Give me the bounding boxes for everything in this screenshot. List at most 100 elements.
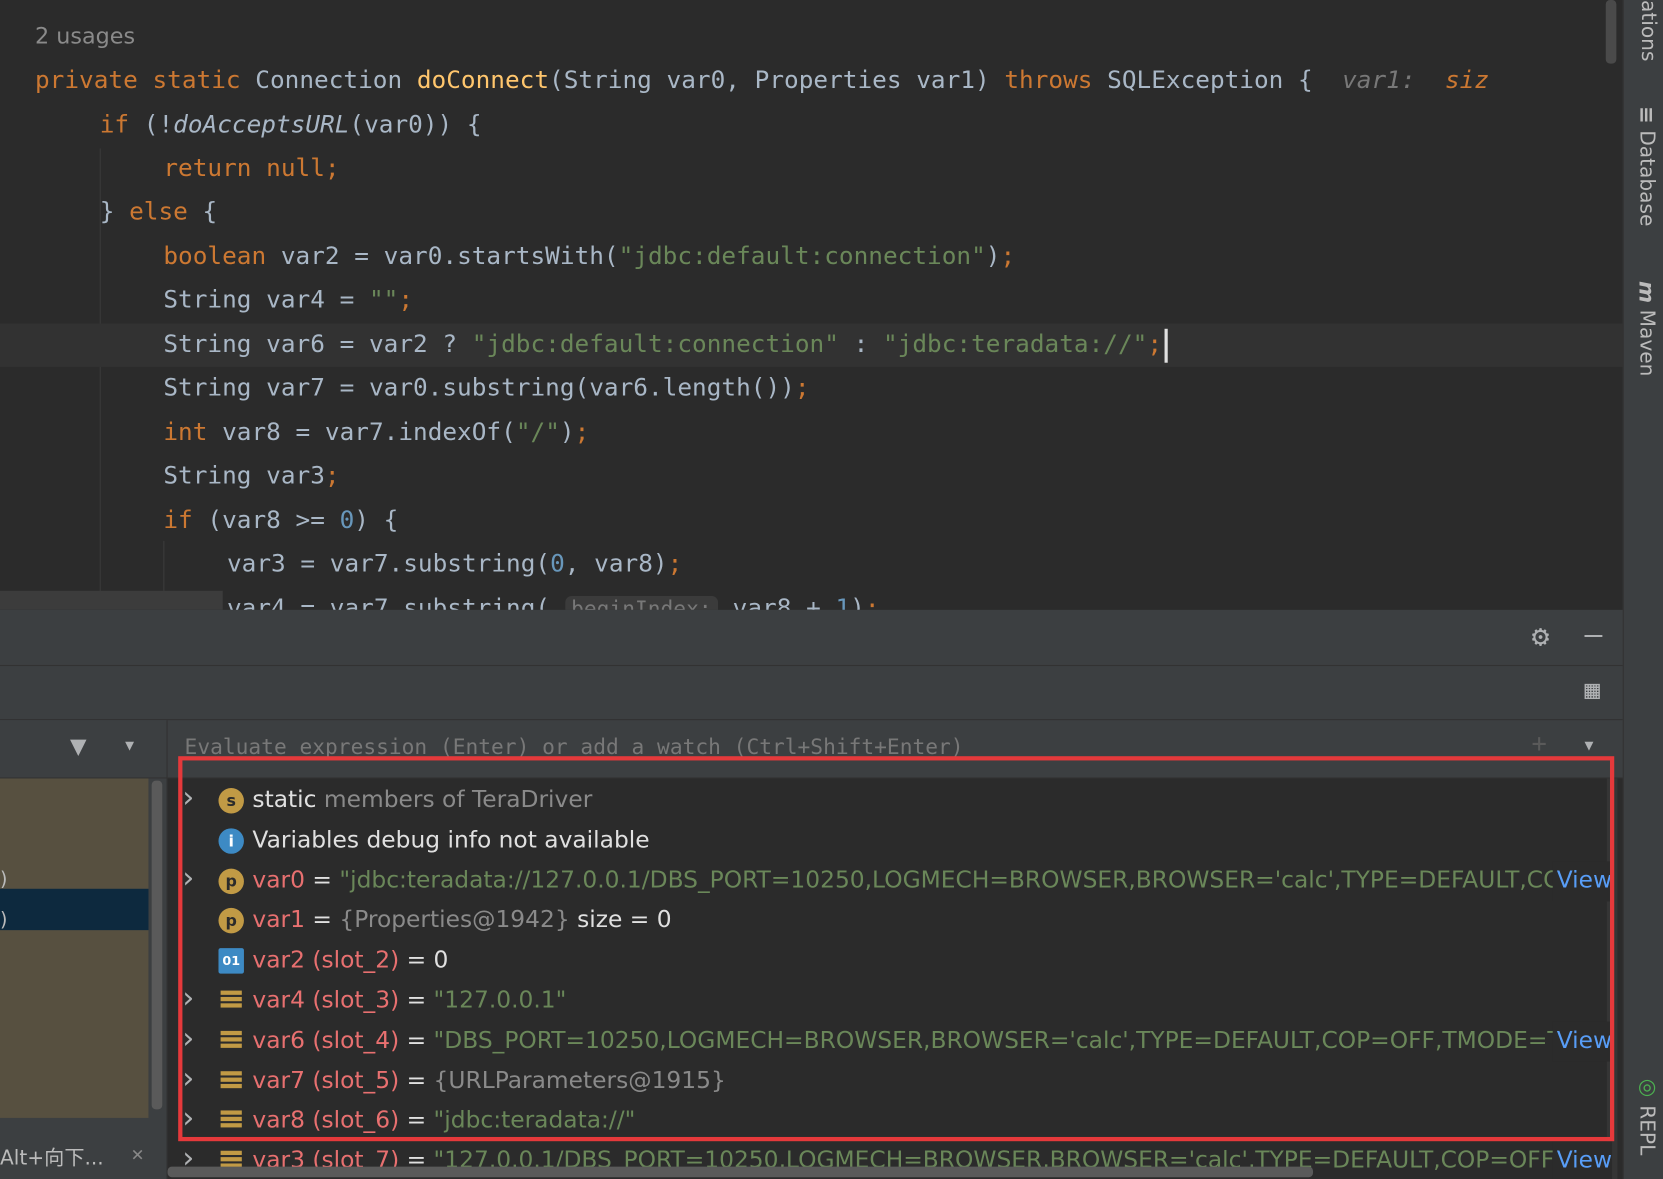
code-line-9: int var8 = var7.indexOf("/"); [163,418,590,447]
right-tool-strip: ations ≡ Database m Maven ◎ REPL [1622,0,1663,1179]
frames-list[interactable] [0,778,149,1118]
variables-horizontal-scrollbar[interactable] [167,1166,1314,1178]
tool-tab-repl[interactable]: ◎ REPL [1628,1073,1660,1155]
variable-equals: = [399,1107,434,1135]
debug-title-bar: ⚙ — [0,610,1623,667]
variable-value: "DBS_PORT=10250,LOGMECH=BROWSER,BROWSER=… [433,1027,1582,1055]
evaluate-expression-input[interactable] [182,732,1513,761]
parameter-icon: p [218,868,244,894]
tool-tab-maven[interactable]: m Maven [1628,281,1660,377]
variable-equals: = [399,1027,434,1055]
variable-value: "jdbc:teradata://127.0.0.1/DBS_PORT=1025… [339,867,1591,894]
chevron-right-icon[interactable]: › [182,861,194,898]
primitive-icon: 01 [218,948,244,974]
chevron-right-icon[interactable]: › [182,781,194,818]
add-watch-icon[interactable]: + [1532,729,1547,759]
chevron-right-icon[interactable]: › [182,1061,194,1098]
variable-row[interactable]: › var4 (slot_3) = "127.0.0.1" [168,981,1623,1021]
variable-row[interactable]: i Variables debug info not available [168,821,1623,861]
variable-value: 0 [433,947,449,974]
frame-marker: ) [0,908,8,932]
variable-name: var4 (slot_3) [252,987,400,1014]
code-line-7-current: String var6 = var2 ? "jdbc:default:conne… [0,323,1623,367]
view-link[interactable]: View [1552,1141,1613,1179]
debug-panel: ⚙ — ▦ ▼ ▼ ) ) Alt+向下... ✕ + ▼ ›sstatic m [0,609,1623,1179]
code-line-11: if (var8 >= 0) { [163,506,399,535]
layout-icon[interactable]: ▦ [1585,675,1600,705]
tool-tab-top[interactable]: ations [1628,0,1660,61]
variable-name: var2 (slot_2) [252,947,400,974]
variable-text: static members of TeraDriver [252,781,592,821]
usages-hint[interactable]: 2 usages [35,23,135,48]
evaluate-bar: + ▼ [167,720,1623,779]
variable-name: var0 [252,867,305,894]
code-line-1: private static Connection doConnect(Stri… [34,66,1490,95]
database-icon: ≡ [1634,106,1660,124]
static-label: static [252,786,317,814]
minimize-icon[interactable]: — [1585,616,1603,651]
variable-text: var8 (slot_6) = "jdbc:teradata://" [252,1101,635,1141]
field-icon [218,1029,243,1054]
view-link[interactable]: View [1552,1021,1613,1062]
frames-scrollbar[interactable] [151,780,163,1110]
field-icon [218,1109,243,1134]
inlay-hint-begin-index: beginIndex: [564,596,718,610]
variable-equals: = [399,987,434,1014]
variable-text: var0 = "jdbc:teradata://127.0.0.1/DBS_PO… [252,861,1590,901]
filter-icon[interactable]: ▼ [70,731,87,763]
field-icon [218,1069,243,1094]
chevron-right-icon[interactable]: › [182,1021,194,1058]
view-link[interactable]: View [1552,860,1613,902]
selected-frame[interactable] [0,888,149,931]
code-line-13: var4 = var7.substring( beginIndex: var8 … [227,588,880,610]
static-members-label: members of TeraDriver [316,786,593,814]
code-line-8: String var7 = var0.substring(var6.length… [163,374,810,402]
code-line-2: if (!doAcceptsURL(var0)) { [99,111,482,139]
variable-value: {Properties@1942} [339,907,570,934]
variable-text: Variables debug info not available [252,821,649,861]
variable-name: var6 (slot_4) [252,1027,400,1055]
repl-icon: ◎ [1634,1073,1660,1099]
frame-marker: ) [0,868,8,891]
variable-row[interactable]: › var7 (slot_5) = {URLParameters@1915} [168,1061,1623,1101]
frames-hint: Alt+向下... [0,1146,104,1170]
variable-row[interactable]: 01 var2 (slot_2) = 0 [168,941,1623,981]
variable-row[interactable]: p var1 = {Properties@1942} size = 0 [168,901,1623,941]
chevron-down-icon[interactable]: ▼ [125,737,134,754]
inlay-hint-var1: var1: [1342,66,1416,95]
code-editor[interactable]: 2 usages private static Connection doCon… [0,0,1623,610]
maven-icon: m [1634,281,1660,304]
code-line-12: var3 = var7.substring(0, var8); [226,550,683,579]
variable-row[interactable]: › var8 (slot_6) = "jdbc:teradata://" [168,1101,1623,1141]
chevron-right-icon[interactable]: › [182,981,194,1018]
close-icon[interactable]: ✕ [132,1142,144,1165]
variable-row[interactable]: › p var0 = "jdbc:teradata://127.0.0.1/DBS_… [168,860,1623,902]
editor-horizontal-scrollbar[interactable] [0,590,223,610]
gear-icon[interactable]: ⚙ [1532,618,1550,653]
variable-equals: = [304,867,340,894]
variable-equals: = [304,907,340,934]
variable-equals: = [399,947,434,974]
variables-tree[interactable]: › s static members of TeraDriver i Variables… [167,778,1623,1179]
variable-row[interactable]: › var6 (slot_4) = "DBS_PORT=10250,LOGMECH… [168,1021,1623,1062]
variable-size: size = 0 [569,907,672,934]
variable-row[interactable]: › s static members of TeraDriver [168,781,1623,821]
frames-pane: ▼ ▼ ) ) Alt+向下... ✕ [0,720,168,1179]
code-line-5: boolean var2 = var0.startsWith("jdbc:def… [163,242,1016,271]
inlay-hint-size: siz [1444,66,1490,95]
tool-tab-database[interactable]: ≡ Database [1628,106,1660,226]
editor-scrollbar[interactable] [1605,0,1617,64]
chevron-right-icon[interactable]: › [182,1101,194,1138]
variable-value: "127.0.0.1" [433,987,567,1014]
field-icon [218,988,243,1013]
info-message: Variables debug info not available [252,827,650,854]
code-line-6: String var4 = ""; [163,286,414,314]
ide-window: 2 usages private static Connection doCon… [0,0,1663,1179]
variable-text: var1 = {Properties@1942} size = 0 [252,901,671,941]
variable-value: "jdbc:teradata://" [433,1107,636,1135]
parameter-icon: p [218,908,244,934]
debug-toolbar: ▦ [0,666,1623,721]
chevron-down-icon[interactable]: ▼ [1585,737,1594,754]
text-caret [1164,328,1168,363]
tool-tab-maven-label: Maven [1635,309,1659,377]
